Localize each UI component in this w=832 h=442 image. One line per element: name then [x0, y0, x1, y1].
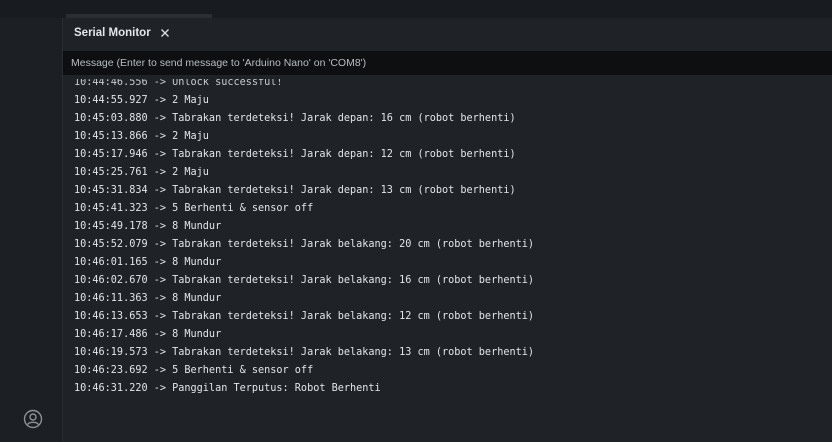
log-line: 10:45:31.834 -> Tabrakan terdeteksi! Jar…: [74, 185, 516, 196]
panel-tab-bar: Serial Monitor: [63, 18, 832, 48]
top-toolbar-strip: [0, 0, 832, 18]
log-line: 10:45:49.178 -> 8 Mundur: [74, 221, 222, 232]
tab-label: Serial Monitor: [74, 27, 151, 39]
activity-bar: [0, 18, 63, 442]
message-input[interactable]: [63, 51, 832, 75]
message-input-row: [63, 51, 832, 75]
log-line: 10:46:02.670 -> Tabrakan terdeteksi! Jar…: [74, 275, 535, 286]
serial-output-lines: 10:44:46.556 -> Unlock successful! 10:44…: [74, 79, 830, 398]
log-line: 10:45:03.880 -> Tabrakan terdeteksi! Jar…: [74, 113, 516, 124]
cropped-toolbar-glyphs: [252, 4, 332, 14]
log-line: 10:45:17.946 -> Tabrakan terdeteksi! Jar…: [74, 149, 516, 160]
log-line: 10:46:11.363 -> 8 Mundur: [74, 293, 222, 304]
serial-output[interactable]: 10:44:46.556 -> Unlock successful! 10:44…: [63, 79, 832, 429]
log-line: 10:45:13.866 -> 2 Maju: [74, 131, 209, 142]
serial-monitor-panel: Serial Monitor 10:44:46.556 -> Unlock su…: [63, 18, 832, 442]
tab-serial-monitor[interactable]: Serial Monitor: [63, 18, 183, 48]
log-line: 10:45:41.323 -> 5 Berhenti & sensor off: [74, 203, 314, 214]
log-line: 10:46:23.692 -> 5 Berhenti & sensor off: [74, 365, 314, 376]
log-line: 10:46:13.653 -> Tabrakan terdeteksi! Jar…: [74, 311, 535, 322]
log-line: 10:46:17.486 -> 8 Mundur: [74, 329, 222, 340]
log-line: 10:44:55.927 -> 2 Maju: [74, 95, 209, 106]
close-icon[interactable]: [159, 27, 171, 39]
log-line: 10:45:52.079 -> Tabrakan terdeteksi! Jar…: [74, 239, 535, 250]
log-line: 10:46:01.165 -> 8 Mundur: [74, 257, 222, 268]
log-line: 10:46:31.220 -> Panggilan Terputus: Robo…: [74, 383, 381, 394]
log-line: 10:45:25.761 -> 2 Maju: [74, 167, 209, 178]
account-icon[interactable]: [23, 409, 43, 429]
log-line-partial: 10:44:46.556 -> Unlock successful!: [74, 79, 283, 88]
log-line: 10:46:19.573 -> Tabrakan terdeteksi! Jar…: [74, 347, 535, 358]
